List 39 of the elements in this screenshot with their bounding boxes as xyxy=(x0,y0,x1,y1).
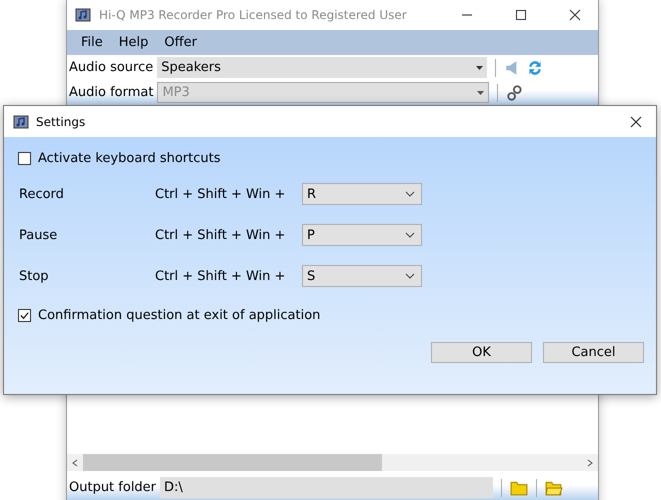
dialog-button[interactable]: OK xyxy=(431,342,532,363)
field-label: Audio source xyxy=(69,60,154,75)
key-dropdown[interactable]: S xyxy=(302,265,422,287)
scroll-left-icon[interactable] xyxy=(71,458,79,466)
caret-icon xyxy=(476,66,484,70)
caret-icon xyxy=(477,90,484,94)
output-folder-field[interactable]: D:\ xyxy=(160,477,494,498)
dialog-title: Settings xyxy=(36,114,86,128)
key-dropdown[interactable]: P xyxy=(302,224,422,246)
chevron-down-icon xyxy=(405,232,415,238)
audio-source-dropdown[interactable]: Speakers xyxy=(157,57,488,78)
field-label: Audio format xyxy=(69,85,154,100)
close-icon[interactable] xyxy=(630,116,642,128)
chevron-down-icon xyxy=(405,191,415,197)
menu-item[interactable]: Help xyxy=(110,35,156,50)
key-combination: Ctrl + Shift + Win + xyxy=(155,186,286,202)
menu-item[interactable]: Offer xyxy=(156,35,205,50)
key-combination: Ctrl + Shift + Win + xyxy=(155,268,286,284)
checkbox-label: Confirmation question at exit of application xyxy=(38,308,320,323)
app-icon xyxy=(13,114,29,130)
shortcut-label: Pause xyxy=(19,228,58,242)
horizontal-scrollbar[interactable] xyxy=(67,454,598,471)
close-icon[interactable] xyxy=(569,9,581,21)
dialog-button[interactable]: Cancel xyxy=(543,342,644,363)
checkbox[interactable] xyxy=(18,152,31,165)
key-combination: Ctrl + Shift + Win + xyxy=(155,228,286,242)
checkbox[interactable] xyxy=(18,309,31,322)
checkbox-label: Activate keyboard shortcuts xyxy=(38,151,221,166)
scroll-right-icon[interactable] xyxy=(586,458,594,466)
shortcut-label: Stop xyxy=(19,268,50,284)
chevron-down-icon xyxy=(405,273,415,279)
gears-icon[interactable] xyxy=(506,84,524,102)
window-title: Hi-Q MP3 Recorder Pro Licensed to Registered User xyxy=(99,8,408,22)
key-dropdown[interactable]: R xyxy=(302,183,422,205)
menu-item[interactable]: File xyxy=(73,35,111,50)
shortcut-label: Record xyxy=(19,186,65,202)
field-label: Output folder xyxy=(69,480,156,495)
app-icon xyxy=(75,7,91,23)
maximize-icon[interactable] xyxy=(515,9,527,21)
